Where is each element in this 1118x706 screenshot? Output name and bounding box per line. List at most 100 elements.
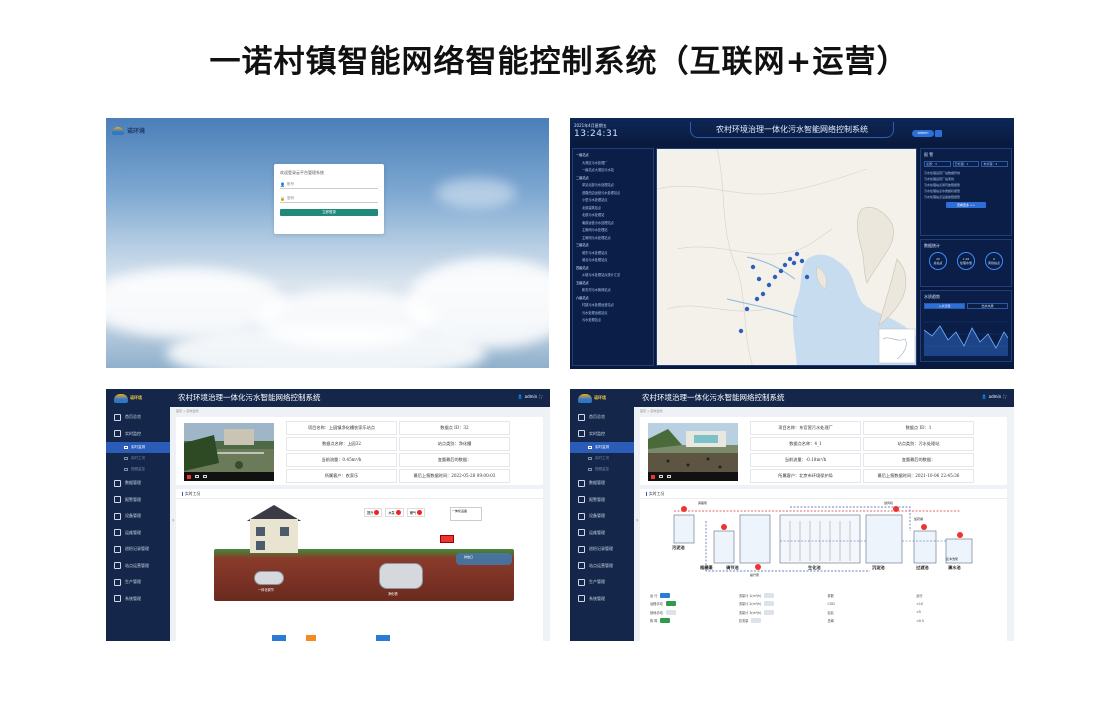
sidebar-item[interactable]: 首页总览	[570, 409, 634, 426]
record-icon[interactable]	[651, 474, 655, 479]
tree-group[interactable]: 六级站点	[576, 295, 650, 303]
table-row: 远程手动 流量计 2(m³/h) COD <10	[646, 600, 1001, 609]
sidebar-item[interactable]: 实时监控	[106, 426, 170, 443]
sidebar-item[interactable]: 系统管理	[106, 591, 170, 608]
toggle-button[interactable]	[665, 609, 676, 615]
stat-ring: 0 离线站点	[985, 252, 1003, 270]
tree-item[interactable]: 污水处理站点	[576, 317, 650, 325]
sidebar-item[interactable]: 实时工况	[570, 453, 634, 464]
fullscreen-icon[interactable]: ⛶	[1003, 394, 1006, 399]
tree-item[interactable]: 北部建筑站点	[576, 205, 650, 213]
tree-item[interactable]: 单站北部污水处理站点	[576, 182, 650, 190]
tree-item[interactable]: 城北污水处理站点	[576, 257, 650, 265]
tree-item[interactable]: 新农村污水管网站点	[576, 287, 650, 295]
trend-tab-quality[interactable]: 出水水质	[967, 303, 1008, 309]
collapse-icon[interactable]: ›	[172, 517, 174, 524]
table-cell: 运 行	[646, 592, 735, 598]
alarm-chip-all[interactable]: 全部：3	[924, 161, 951, 167]
user-menu[interactable]: 👤 admin ⛶	[982, 394, 1006, 399]
tree-group[interactable]: 五级站点	[576, 280, 650, 288]
username-field[interactable]: 👤 账号	[280, 181, 378, 189]
tree-item[interactable]: 城东污水处理站点	[576, 250, 650, 258]
toggle-button[interactable]	[764, 592, 775, 598]
camera-view[interactable]	[184, 423, 274, 481]
tree-item[interactable]: 主管网污水处理站点	[576, 235, 650, 243]
sidebar-item[interactable]: 生产管理	[106, 574, 170, 591]
tree-item[interactable]: 村镇污水处理运营站点	[576, 302, 650, 310]
camera-icon[interactable]	[659, 475, 663, 478]
breadcrumb: 首页 > 实时监测	[640, 409, 663, 413]
sidebar-item[interactable]: 运维管理	[570, 525, 634, 542]
sidebar-item[interactable]: 实时监测	[106, 442, 170, 453]
map-view[interactable]	[656, 148, 917, 366]
sidebar-item[interactable]: 首页总览	[106, 409, 170, 426]
alarm-item[interactable]: 污水处理站点设备故障报警	[924, 194, 1008, 200]
tree-item[interactable]: 道路西边运营污水处理站点	[576, 190, 650, 198]
sidebar-item[interactable]: 报警管理	[106, 492, 170, 509]
login-card: 欢迎登录云平台管理系统 👤 账号 🔒 密码 立即登录	[274, 164, 384, 234]
sidebar-item[interactable]: 实时监控	[570, 426, 634, 443]
sidebar-item[interactable]: 设备管理	[570, 508, 634, 525]
sidebar-item[interactable]: 运维管理	[106, 525, 170, 542]
sidebar-item[interactable]: 站点运营管理	[570, 558, 634, 575]
fullscreen-icon[interactable]	[935, 130, 942, 137]
collapse-icon[interactable]: ›	[636, 517, 638, 524]
right-panels: 报 警 全部：3 已处理：1 未处理：2 污水处理运营厂站数据异常 污水处理运营厂…	[920, 148, 1012, 365]
sidebar-item[interactable]: 巡检记录管理	[570, 541, 634, 558]
sidebar-item[interactable]: 设备管理	[106, 508, 170, 525]
tree-item[interactable]: 乡镇污水处理站点统计汇总	[576, 272, 650, 280]
tree-item[interactable]: 主管网污水处理站	[576, 227, 650, 235]
sidebar-item[interactable]: 数据管理	[570, 475, 634, 492]
alarm-chip-done[interactable]: 已处理：1	[952, 161, 980, 167]
sidebar-item[interactable]: 巡检记录管理	[106, 541, 170, 558]
table-cell: 氨氮	[827, 610, 834, 615]
user-icon: 👤	[280, 182, 285, 187]
tree-item[interactable]: 一级站点大港区污水站	[576, 167, 650, 175]
page-title: 一诺村镇智能网络智能控制系统（互联网+运营）	[209, 44, 909, 80]
tree-item[interactable]: 污水处理运维站点	[576, 310, 650, 318]
sidebar-item[interactable]: 生产管理	[570, 574, 634, 591]
camera-view[interactable]	[648, 423, 738, 481]
tree-item[interactable]: 南部运营污水处理站点	[576, 220, 650, 228]
logo-icon	[114, 393, 128, 403]
fullscreen-icon[interactable]: ⛶	[539, 394, 542, 399]
camera-icon[interactable]	[195, 475, 199, 478]
toggle-button[interactable]	[751, 618, 762, 624]
trend-tab-inflow[interactable]: 入水流量	[924, 303, 965, 309]
user-menu[interactable]: 👤 admin ⛶	[518, 394, 542, 399]
alarm-chip-pending[interactable]: 未处理：2	[981, 161, 1009, 167]
menu-icon	[578, 479, 585, 487]
info-cell: 所属客户：北京市环境保护局	[750, 469, 861, 483]
toggle-button[interactable]	[660, 592, 671, 598]
login-button[interactable]: 立即登录	[280, 209, 378, 216]
tree-item[interactable]: 北部污水处理站	[576, 212, 650, 220]
menu-icon	[578, 496, 585, 504]
sidebar-item[interactable]: 站点运营管理	[106, 558, 170, 575]
sidebar-item[interactable]: 实时工况	[106, 453, 170, 464]
tree-group[interactable]: 三级站点	[576, 242, 650, 250]
user-button[interactable]: admin	[912, 130, 934, 137]
toggle-button[interactable]	[665, 601, 676, 607]
login-logo: 诺环境	[112, 126, 145, 135]
toggle-button[interactable]	[764, 609, 775, 615]
password-field[interactable]: 🔒 密码	[280, 195, 378, 203]
video-icon[interactable]	[667, 475, 671, 478]
toggle-button[interactable]	[764, 601, 775, 607]
tree-group[interactable]: 四级站点	[576, 265, 650, 273]
tree-group[interactable]: 一级站点	[576, 152, 650, 160]
record-icon[interactable]	[187, 474, 191, 479]
video-icon[interactable]	[203, 475, 207, 478]
info-cell: 当前流量：-0.18m³/h	[750, 453, 861, 467]
sidebar-item[interactable]: 数据管理	[106, 475, 170, 492]
toggle-button[interactable]	[660, 618, 671, 624]
tree-item[interactable]: 小型污水处理站点	[576, 197, 650, 205]
alarm-more-button[interactable]: 查看更多 >>	[946, 202, 986, 208]
sidebar-item[interactable]: 系统管理	[570, 591, 634, 608]
sidebar-item[interactable]: 实时监测	[570, 442, 634, 453]
tree-item[interactable]: 大港区污水处理厂	[576, 160, 650, 168]
sidebar-item[interactable]: 视频监控	[570, 464, 634, 475]
tree-group[interactable]: 二级站点	[576, 175, 650, 183]
sidebar-item-label: 数据管理	[589, 480, 605, 486]
sidebar-item[interactable]: 视频监控	[106, 464, 170, 475]
sidebar-item[interactable]: 报警管理	[570, 492, 634, 509]
